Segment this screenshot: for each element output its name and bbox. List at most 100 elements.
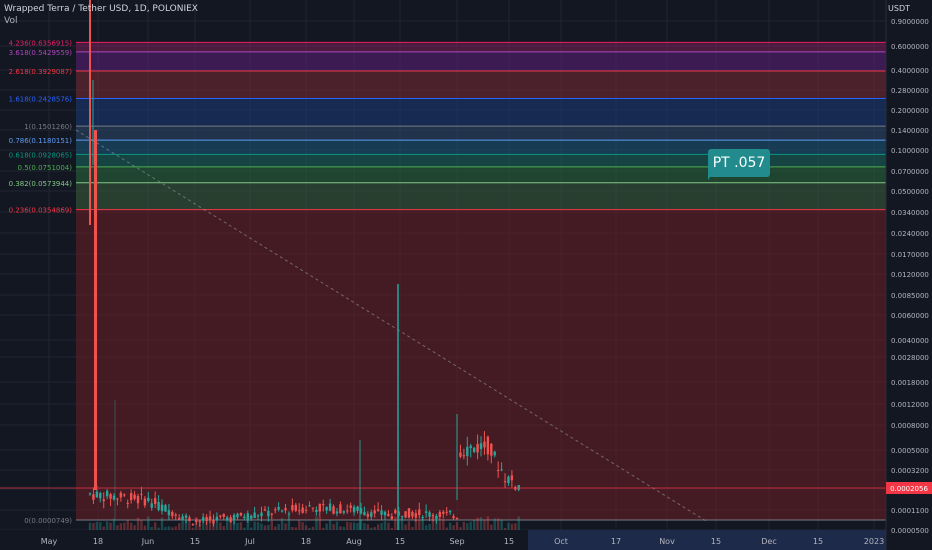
candle-body bbox=[177, 517, 181, 520]
price-tick-label: 0.6000000 bbox=[891, 43, 929, 51]
volume-bar bbox=[517, 516, 520, 530]
time-tick-label: 2023 bbox=[864, 537, 884, 546]
volume-bar bbox=[486, 516, 490, 530]
candle-body bbox=[280, 510, 284, 512]
candle-body bbox=[102, 499, 105, 502]
candle-body bbox=[263, 509, 267, 511]
fib-level-label: 0.382(0.0573944) bbox=[9, 180, 73, 188]
candle-body bbox=[160, 504, 164, 512]
candle-body bbox=[250, 515, 253, 519]
candle-body bbox=[421, 516, 424, 519]
candle-body bbox=[510, 475, 514, 481]
volume-label: Vol bbox=[4, 16, 18, 26]
price-tick-label: 0.0120000 bbox=[891, 271, 929, 279]
volume-bar bbox=[476, 517, 479, 530]
fib-level-label: 0.618(0.0928065) bbox=[9, 151, 73, 159]
volume-bar bbox=[112, 518, 116, 530]
candle-body bbox=[373, 510, 376, 514]
volume-bar bbox=[349, 522, 352, 530]
candle-body bbox=[507, 476, 510, 484]
candle-body bbox=[205, 516, 208, 521]
volume-bar bbox=[428, 523, 431, 530]
candle-body bbox=[342, 511, 346, 513]
volume-bar bbox=[387, 522, 390, 530]
fib-level-label: 0.236(0.0354869) bbox=[9, 207, 73, 215]
volume-bar bbox=[448, 522, 452, 530]
candle-body bbox=[322, 504, 325, 506]
price-target-callout[interactable]: PT .057 bbox=[708, 149, 770, 177]
volume-bar bbox=[263, 525, 267, 530]
candle-body bbox=[140, 493, 143, 495]
volume-bar bbox=[500, 519, 503, 530]
price-tick-label: 0.0500000 bbox=[891, 188, 929, 196]
candle-body bbox=[219, 515, 222, 517]
time-tick-label: 15 bbox=[190, 537, 200, 546]
time-tick-label: Jun bbox=[141, 537, 155, 546]
candle-body bbox=[359, 508, 363, 514]
candle-body bbox=[222, 514, 225, 517]
volume-bar bbox=[267, 524, 270, 530]
candle-body bbox=[147, 497, 150, 502]
volume-bar bbox=[308, 527, 311, 530]
candle-body bbox=[428, 512, 431, 517]
candle-body bbox=[284, 508, 287, 511]
time-tick-label: 15 bbox=[504, 537, 514, 546]
candle-body bbox=[191, 524, 195, 526]
candle-body bbox=[448, 510, 452, 513]
volume-bar bbox=[496, 518, 500, 530]
volume-bar bbox=[167, 526, 171, 530]
candle-body bbox=[301, 507, 304, 513]
fib-zone bbox=[76, 126, 886, 141]
candle-body bbox=[308, 505, 311, 507]
candle-body bbox=[109, 494, 112, 499]
candle-body bbox=[356, 506, 359, 511]
candle-body bbox=[418, 509, 421, 516]
price-tick-label: 0.0000500 bbox=[891, 527, 929, 535]
volume-bar bbox=[243, 527, 246, 530]
volume-bar bbox=[328, 519, 332, 530]
price-chart[interactable]: 4.236(0.6356915) 3.618(0.5429559) 2.618(0.… bbox=[0, 0, 932, 550]
fib-zone bbox=[76, 209, 886, 520]
volume-bar bbox=[514, 523, 517, 530]
candle-body bbox=[291, 505, 294, 511]
volume-bar bbox=[136, 517, 140, 530]
candle-body bbox=[287, 513, 291, 515]
price-tick-label: 0.4000000 bbox=[891, 67, 929, 75]
volume-bar bbox=[123, 522, 126, 530]
fib-zone bbox=[76, 71, 886, 99]
volume-bar bbox=[215, 522, 219, 530]
candle-body bbox=[212, 519, 215, 524]
volume-bar bbox=[181, 518, 184, 530]
volume-bar bbox=[507, 522, 510, 530]
volume-bar bbox=[445, 527, 448, 530]
time-tick-label: 15 bbox=[711, 537, 721, 546]
candle-body bbox=[442, 511, 445, 514]
candle-body bbox=[188, 517, 191, 521]
candle-body bbox=[181, 516, 184, 520]
candle-body bbox=[195, 520, 198, 522]
volume-bar bbox=[291, 526, 294, 530]
candle-body bbox=[201, 517, 205, 521]
candle-body bbox=[157, 501, 160, 510]
candle-body bbox=[318, 503, 322, 512]
volume-bar bbox=[126, 520, 129, 530]
candle-body bbox=[370, 512, 373, 517]
volume-bar bbox=[346, 521, 349, 530]
volume-bar bbox=[356, 522, 359, 530]
candle-body bbox=[346, 510, 349, 512]
fib-zone bbox=[76, 98, 886, 127]
fib-level-label: 0.5(0.0751004) bbox=[18, 164, 73, 172]
candle-body bbox=[438, 512, 442, 517]
time-tick-label: Sep bbox=[449, 537, 464, 546]
fib-level-label: 0.786(0.1180151) bbox=[9, 137, 73, 145]
time-tick-label: Dec bbox=[761, 537, 776, 546]
candle-body bbox=[112, 495, 116, 500]
crash-candle-body bbox=[94, 130, 97, 490]
volume-bar bbox=[442, 518, 445, 530]
price-tick-label: 0.0003200 bbox=[891, 467, 929, 475]
volume-bar bbox=[287, 518, 291, 530]
candle-body bbox=[435, 515, 438, 519]
volume-bar bbox=[335, 521, 339, 530]
candle-body bbox=[328, 503, 332, 511]
candle-body bbox=[143, 498, 147, 506]
